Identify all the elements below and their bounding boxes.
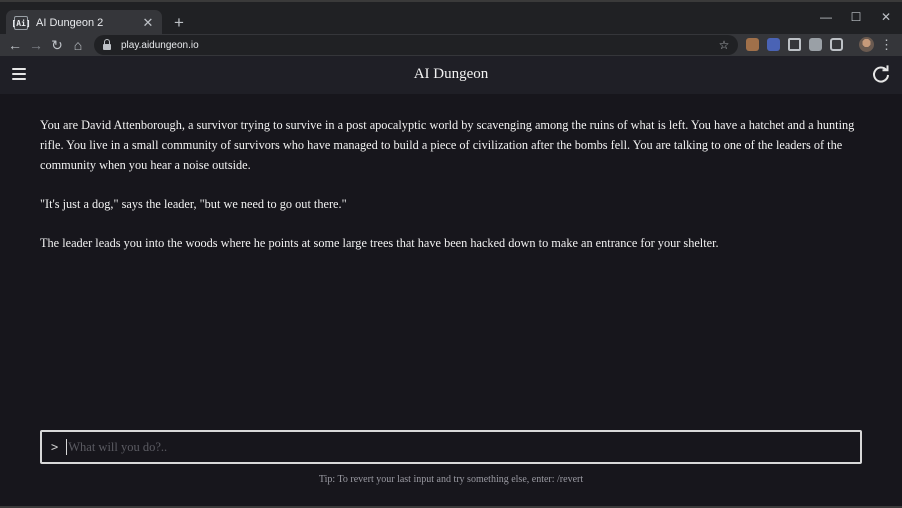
new-tab-button[interactable]: +	[170, 14, 188, 32]
url-text[interactable]: play.aidungeon.io	[121, 40, 716, 51]
tab-title: AI Dungeon 2	[36, 17, 104, 29]
reload-button[interactable]: ↻	[48, 36, 66, 54]
forward-button[interactable]: →	[27, 36, 45, 54]
close-window-button[interactable]: ✕	[874, 8, 898, 26]
address-bar[interactable]: play.aidungeon.io ☆	[94, 35, 738, 55]
story-area: You are David Attenborough, a survivor t…	[0, 94, 902, 508]
back-button[interactable]: ←	[6, 36, 24, 54]
star-icon[interactable]: ☆	[716, 38, 732, 52]
tip-text: Tip: To revert your last input and try s…	[318, 474, 584, 485]
app-header: AI Dungeon	[0, 56, 902, 94]
extension-cube-icon[interactable]	[788, 38, 801, 51]
refresh-icon[interactable]	[871, 65, 891, 85]
browser-menu-icon[interactable]: ⋮	[880, 36, 893, 54]
extension-book-icon[interactable]	[767, 38, 780, 51]
close-tab-icon[interactable]: ✕	[140, 15, 156, 31]
profile-avatar[interactable]	[859, 37, 874, 52]
story-paragraph: You are David Attenborough, a survivor t…	[40, 118, 855, 172]
browser-tab[interactable]: [Ai] AI Dungeon 2 ✕	[6, 10, 162, 36]
story-paragraph: The leader leads you into the woods wher…	[40, 236, 719, 251]
minimize-window-button[interactable]: —	[814, 8, 838, 26]
action-input[interactable]	[68, 435, 860, 459]
maximize-window-button[interactable]: ☐	[844, 8, 868, 26]
home-button[interactable]: ⌂	[69, 36, 87, 54]
story-paragraph: "It's just a dog," says the leader, "but…	[40, 196, 347, 211]
extension-shield-icon[interactable]	[809, 38, 822, 51]
extension-fox-icon[interactable]	[746, 38, 759, 51]
lock-icon[interactable]	[102, 39, 112, 51]
action-input-box[interactable]: >	[40, 430, 862, 464]
browser-tab-strip: [Ai] AI Dungeon 2 ✕ + — ☐ ✕	[0, 0, 902, 36]
story-text: You are David Attenborough, a survivor t…	[40, 116, 866, 273]
text-cursor	[66, 439, 68, 455]
app-title: AI Dungeon	[413, 66, 489, 82]
browser-toolbar: ← → ↻ ⌂ play.aidungeon.io ☆ ⋮	[0, 34, 902, 56]
ai-dungeon-favicon-icon: [Ai]	[11, 16, 31, 30]
prompt-symbol: >	[51, 440, 59, 454]
extension-puzzle-icon[interactable]	[830, 38, 843, 51]
